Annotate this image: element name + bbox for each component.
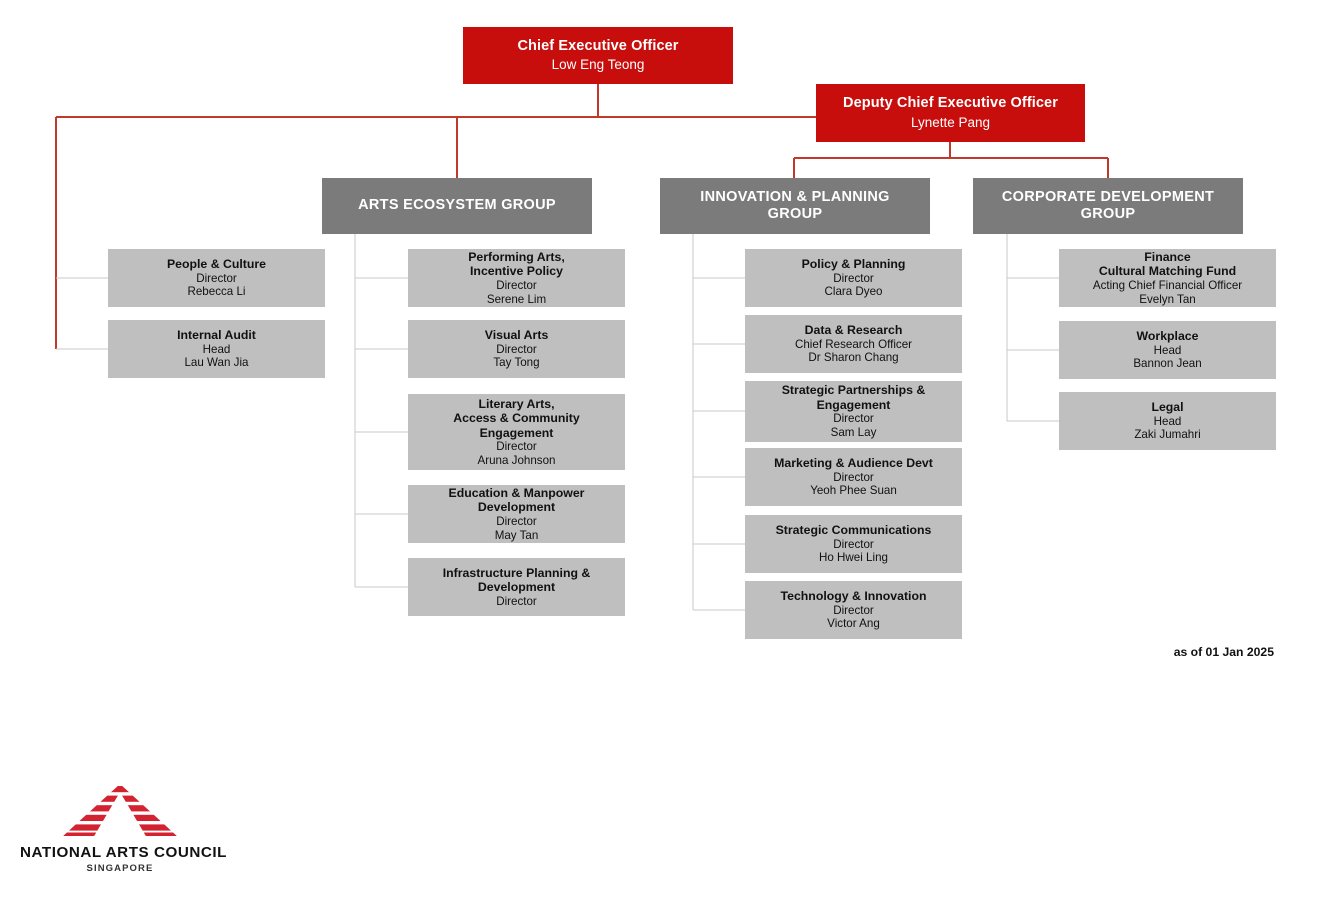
node-role: Head	[1153, 343, 1182, 357]
node-infrastructure-planning-development[interactable]: Infrastructure Planning & Development Dir…	[408, 558, 625, 616]
node-title: Technology & Innovation	[780, 589, 927, 604]
as-of-date: as of 01 Jan 2025	[1173, 645, 1274, 659]
node-person: Yeoh Phee Suan	[810, 484, 897, 498]
node-person: Zaki Jumahri	[1134, 428, 1201, 442]
node-role: Director	[496, 278, 537, 292]
group-title: CORPORATE DEVELOPMENT GROUP	[1001, 188, 1215, 222]
node-role: Director	[496, 440, 537, 454]
node-person: Bannon Jean	[1133, 357, 1202, 371]
node-title: Strategic Partnerships & Engagement	[781, 383, 926, 412]
group-header-corporate-development-group[interactable]: CORPORATE DEVELOPMENT GROUP	[973, 178, 1243, 234]
node-legal[interactable]: Legal Head Zaki Jumahri	[1059, 392, 1276, 450]
node-education-manpower-development[interactable]: Education & Manpower Development Director…	[408, 485, 625, 543]
node-role: Head	[1153, 414, 1182, 428]
node-person: Lynette Pang	[910, 114, 991, 130]
node-role: Director	[833, 271, 874, 285]
node-title: Policy & Planning	[801, 257, 906, 272]
node-role: Director	[833, 470, 874, 484]
node-person: Dr Sharon Chang	[808, 351, 899, 365]
node-title: Performing Arts, Incentive Policy	[468, 249, 565, 279]
group-header-arts-ecosystem-group[interactable]: ARTS ECOSYSTEM GROUP	[322, 178, 592, 234]
org-chart: Chief Executive Officer Low Eng Teong De…	[0, 0, 1333, 903]
node-person: May Tan	[494, 528, 539, 542]
node-finance-cultural-matching-fund[interactable]: Finance Cultural Matching Fund Acting Chi…	[1059, 249, 1276, 307]
node-role: Acting Chief Financial Officer	[1092, 278, 1243, 292]
node-title: People & Culture	[166, 257, 267, 272]
node-role: Director	[496, 594, 537, 608]
node-role: Director	[833, 537, 874, 551]
node-person: Rebecca Li	[187, 285, 246, 299]
node-person: Tay Tong	[493, 356, 540, 370]
node-title: Education & Manpower Development	[448, 485, 585, 515]
node-title: Deputy Chief Executive Officer	[843, 95, 1058, 112]
group-header-innovation-planning-group[interactable]: INNOVATION & PLANNING GROUP	[660, 178, 930, 234]
node-deputy-chief-executive-officer[interactable]: Deputy Chief Executive Officer Lynette P…	[816, 84, 1085, 142]
node-person: Clara Dyeo	[824, 285, 883, 299]
logo-subtitle: SINGAPORE	[86, 863, 154, 874]
node-chief-executive-officer[interactable]: Chief Executive Officer Low Eng Teong	[463, 27, 733, 84]
node-performing-arts-incentive-policy[interactable]: Performing Arts, Incentive Policy Directo…	[408, 249, 625, 307]
node-people-and-culture[interactable]: People & Culture Director Rebecca Li	[108, 249, 325, 307]
node-person: Evelyn Tan	[1139, 292, 1196, 306]
node-person: Ho Hwei Ling	[819, 551, 888, 565]
group-title: ARTS ECOSYSTEM GROUP	[358, 197, 556, 214]
node-internal-audit[interactable]: Internal Audit Head Lau Wan Jia	[108, 320, 325, 378]
node-person: Lau Wan Jia	[184, 356, 249, 370]
nac-logo: NATIONAL ARTS COUNCIL SINGAPORE	[20, 782, 228, 874]
node-title: Internal Audit	[177, 328, 256, 343]
node-person: Serene Lim	[486, 292, 547, 306]
node-strategic-communications[interactable]: Strategic Communications Director Ho Hwe…	[745, 515, 962, 573]
node-role: Chief Research Officer	[794, 337, 913, 351]
node-person: Sam Lay	[830, 426, 877, 439]
node-visual-arts[interactable]: Visual Arts Director Tay Tong	[408, 320, 625, 378]
node-title: Visual Arts	[484, 328, 549, 343]
node-title: Chief Executive Officer	[517, 37, 679, 54]
node-role: Director	[833, 603, 874, 617]
node-title: Legal	[1151, 400, 1184, 415]
node-workplace[interactable]: Workplace Head Bannon Jean	[1059, 321, 1276, 379]
node-technology-innovation[interactable]: Technology & Innovation Director Victor …	[745, 581, 962, 639]
node-role: Director	[496, 514, 537, 528]
node-title: Infrastructure Planning & Development	[442, 565, 591, 595]
node-title: Marketing & Audience Devt	[774, 456, 933, 471]
node-title: Workplace	[1136, 329, 1199, 344]
node-role: Director	[496, 342, 537, 356]
node-role: Director	[196, 271, 237, 285]
node-title: Finance Cultural Matching Fund	[1098, 249, 1237, 279]
node-title: Data & Research	[804, 323, 903, 338]
node-data-research[interactable]: Data & Research Chief Research Officer D…	[745, 315, 962, 373]
connector-lines	[55, 84, 1109, 611]
logo-wordmark: NATIONAL ARTS COUNCIL	[20, 844, 228, 861]
node-literary-arts-access-community-engagement[interactable]: Literary Arts, Access & Community Engageme…	[408, 394, 625, 470]
node-strategic-partnerships-engagement[interactable]: Strategic Partnerships & Engagement Direc…	[745, 381, 962, 442]
group-title: INNOVATION & PLANNING GROUP	[700, 188, 890, 222]
node-person: Low Eng Teong	[551, 57, 645, 73]
nac-mountain-mark	[61, 782, 179, 838]
node-title: Literary Arts, Access & Community Engageme…	[453, 396, 580, 440]
node-person: Victor Ang	[827, 617, 880, 631]
node-policy-planning[interactable]: Policy & Planning Director Clara Dyeo	[745, 249, 962, 307]
node-role: Head	[202, 342, 231, 356]
node-role: Director	[833, 412, 874, 426]
node-title: Strategic Communications	[775, 523, 932, 538]
node-marketing-audience-devt[interactable]: Marketing & Audience Devt Director Yeoh …	[745, 448, 962, 506]
node-person: Aruna Johnson	[477, 453, 556, 467]
